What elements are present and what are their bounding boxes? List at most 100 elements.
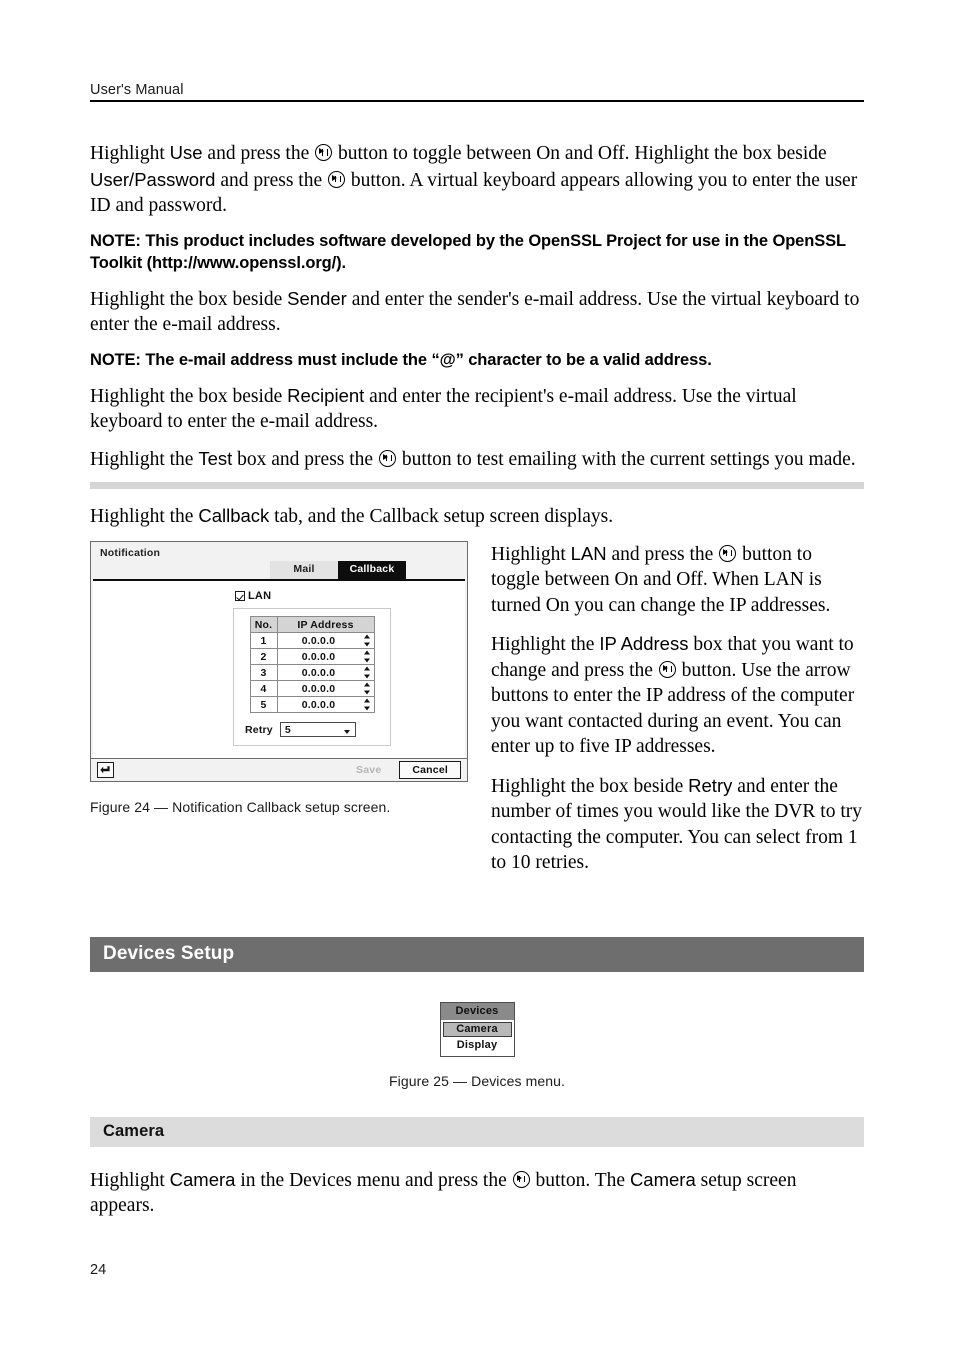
table-header-row: No. IP Address xyxy=(249,616,375,633)
text-run: and press the xyxy=(215,169,327,191)
back-arrow-icon xyxy=(100,766,110,774)
ip-panel: No. IP Address 1 0.0.0.0 2 0.0.0.0 3 0.0… xyxy=(233,608,391,746)
spinner-down-arrow-icon[interactable] xyxy=(363,658,370,663)
spinner-up-arrow-icon[interactable] xyxy=(363,698,370,703)
cancel-button[interactable]: Cancel xyxy=(399,761,461,779)
lan-checkbox[interactable] xyxy=(235,591,245,601)
paragraph-test: Highlight the Test box and press the but… xyxy=(90,446,864,473)
lan-label: LAN xyxy=(248,590,272,602)
text-run: Highlight xyxy=(90,1169,170,1191)
ui-term-callback: Callback xyxy=(198,505,270,526)
spinner-down-arrow-icon[interactable] xyxy=(363,690,370,695)
spinner-up-arrow-icon[interactable] xyxy=(363,650,370,655)
table-row: 1 0.0.0.0 xyxy=(249,632,375,649)
enter-button-icon xyxy=(658,660,676,678)
paragraph-recipient: Highlight the box beside Recipient and e… xyxy=(90,383,864,435)
ui-term-user-password: User/Password xyxy=(90,168,216,190)
enter-button-icon xyxy=(315,144,333,161)
text-run: Highlight the box beside xyxy=(491,775,689,797)
dialog-title: Notification xyxy=(100,546,161,559)
row-number: 5 xyxy=(249,696,278,713)
save-button[interactable]: Save xyxy=(344,762,394,778)
ip-value: 0.0.0.0 xyxy=(301,698,336,711)
table-row: 4 0.0.0.0 xyxy=(249,680,375,697)
devices-menu-title: Devices xyxy=(440,1002,514,1020)
section-divider xyxy=(90,482,864,489)
page-number: 24 xyxy=(90,1262,107,1278)
figure-25-caption: Figure 25 — Devices menu. xyxy=(388,1072,566,1089)
enter-button-icon xyxy=(512,1170,530,1188)
table-row: 3 0.0.0.0 xyxy=(249,664,375,681)
paragraph-use-userpassword: Highlight Use and press the button to to… xyxy=(90,140,864,219)
ip-value: 0.0.0.0 xyxy=(301,682,336,695)
ui-term-recipient: Recipient xyxy=(287,384,365,406)
row-number: 1 xyxy=(249,632,278,649)
menu-item-camera[interactable]: Camera xyxy=(442,1021,512,1037)
retry-select[interactable]: 5 xyxy=(279,722,356,737)
back-button[interactable] xyxy=(97,762,114,778)
retry-label: Retry xyxy=(245,723,273,736)
dialog-body: LAN No. IP Address 1 0.0.0.0 2 0.0.0.0 3… xyxy=(93,581,465,758)
tab-mail[interactable]: Mail xyxy=(270,560,338,579)
spinner-down-arrow-icon[interactable] xyxy=(363,706,370,711)
dialog-footer: Save Cancel xyxy=(91,758,467,781)
tab-callback[interactable]: Callback xyxy=(338,560,406,579)
note-email-at-character: NOTE: The e-mail address must include th… xyxy=(90,350,712,369)
row-number: 3 xyxy=(249,664,278,681)
row-number: 2 xyxy=(249,648,278,665)
table-row: 2 0.0.0.0 xyxy=(249,648,375,665)
enter-button-icon xyxy=(328,170,345,188)
spinner-icon[interactable] xyxy=(363,666,371,679)
text-run: Highlight xyxy=(491,543,571,565)
ip-address-field[interactable]: 0.0.0.0 xyxy=(276,680,375,697)
enter-button-icon xyxy=(378,449,396,467)
table-row: 5 0.0.0.0 xyxy=(249,696,375,713)
spinner-down-arrow-icon[interactable] xyxy=(363,642,370,647)
lan-checkbox-row[interactable]: LAN xyxy=(235,590,465,602)
manual-page: User's Manual Highlight Use and press th… xyxy=(0,0,954,1352)
ui-term-camera-1: Camera xyxy=(169,1168,236,1190)
spinner-up-arrow-icon[interactable] xyxy=(363,682,370,687)
spinner-icon[interactable] xyxy=(363,650,371,663)
paragraph-lan: Highlight LAN and press the button to to… xyxy=(491,541,864,619)
row-number: 4 xyxy=(249,680,278,697)
spinner-down-arrow-icon[interactable] xyxy=(363,674,370,679)
spinner-up-arrow-icon[interactable] xyxy=(363,634,370,639)
chevron-down-icon[interactable] xyxy=(343,730,350,734)
ui-term-lan: LAN xyxy=(570,542,607,564)
spinner-up-arrow-icon[interactable] xyxy=(363,666,370,671)
text-run: tab, and the Callback setup screen displ… xyxy=(269,506,614,527)
menu-item-display[interactable]: Display xyxy=(443,1037,512,1053)
right-text-column: Highlight LAN and press the button to to… xyxy=(485,541,864,889)
subsection-bar-camera: Camera xyxy=(90,1116,864,1147)
text-run: Highlight xyxy=(90,143,170,164)
text-run: button to toggle between On and Off. Hig… xyxy=(333,143,827,164)
text-run: in the Devices menu and press the xyxy=(235,1169,512,1191)
ui-term-sender: Sender xyxy=(287,287,347,309)
ip-address-field[interactable]: 0.0.0.0 xyxy=(276,664,375,681)
retry-row: Retry 5 xyxy=(245,722,390,737)
ip-address-field[interactable]: 0.0.0.0 xyxy=(276,648,375,665)
spinner-icon[interactable] xyxy=(363,698,371,711)
paragraph-sender: Highlight the box beside Sender and ente… xyxy=(90,286,864,338)
spinner-icon[interactable] xyxy=(363,682,371,695)
ui-term-test: Test xyxy=(198,447,233,469)
devices-menu-items: Camera Display xyxy=(440,1019,514,1056)
text-run: and press the xyxy=(202,143,315,164)
ip-address-field[interactable]: 0.0.0.0 xyxy=(276,632,375,649)
ip-value: 0.0.0.0 xyxy=(301,650,336,663)
ip-address-field[interactable]: 0.0.0.0 xyxy=(276,696,375,713)
text-run: Highlight the box beside xyxy=(90,288,288,310)
spinner-icon[interactable] xyxy=(363,634,371,647)
text-run: button to test emailing with the current… xyxy=(396,448,856,470)
header-title: User's Manual xyxy=(90,82,184,98)
devices-menu: Devices Camera Display xyxy=(439,1001,515,1057)
notification-dialog: Notification Mail Callback LAN No. IP Ad… xyxy=(90,540,468,782)
paragraph-retry: Highlight the box beside Retry and enter… xyxy=(491,773,864,876)
ip-value: 0.0.0.0 xyxy=(301,666,336,679)
ip-value: 0.0.0.0 xyxy=(301,634,336,647)
text-run: and press the xyxy=(606,543,719,565)
tabbar-spacer xyxy=(152,561,270,580)
text-run: Highlight the xyxy=(491,634,600,655)
header-rule xyxy=(90,100,864,102)
